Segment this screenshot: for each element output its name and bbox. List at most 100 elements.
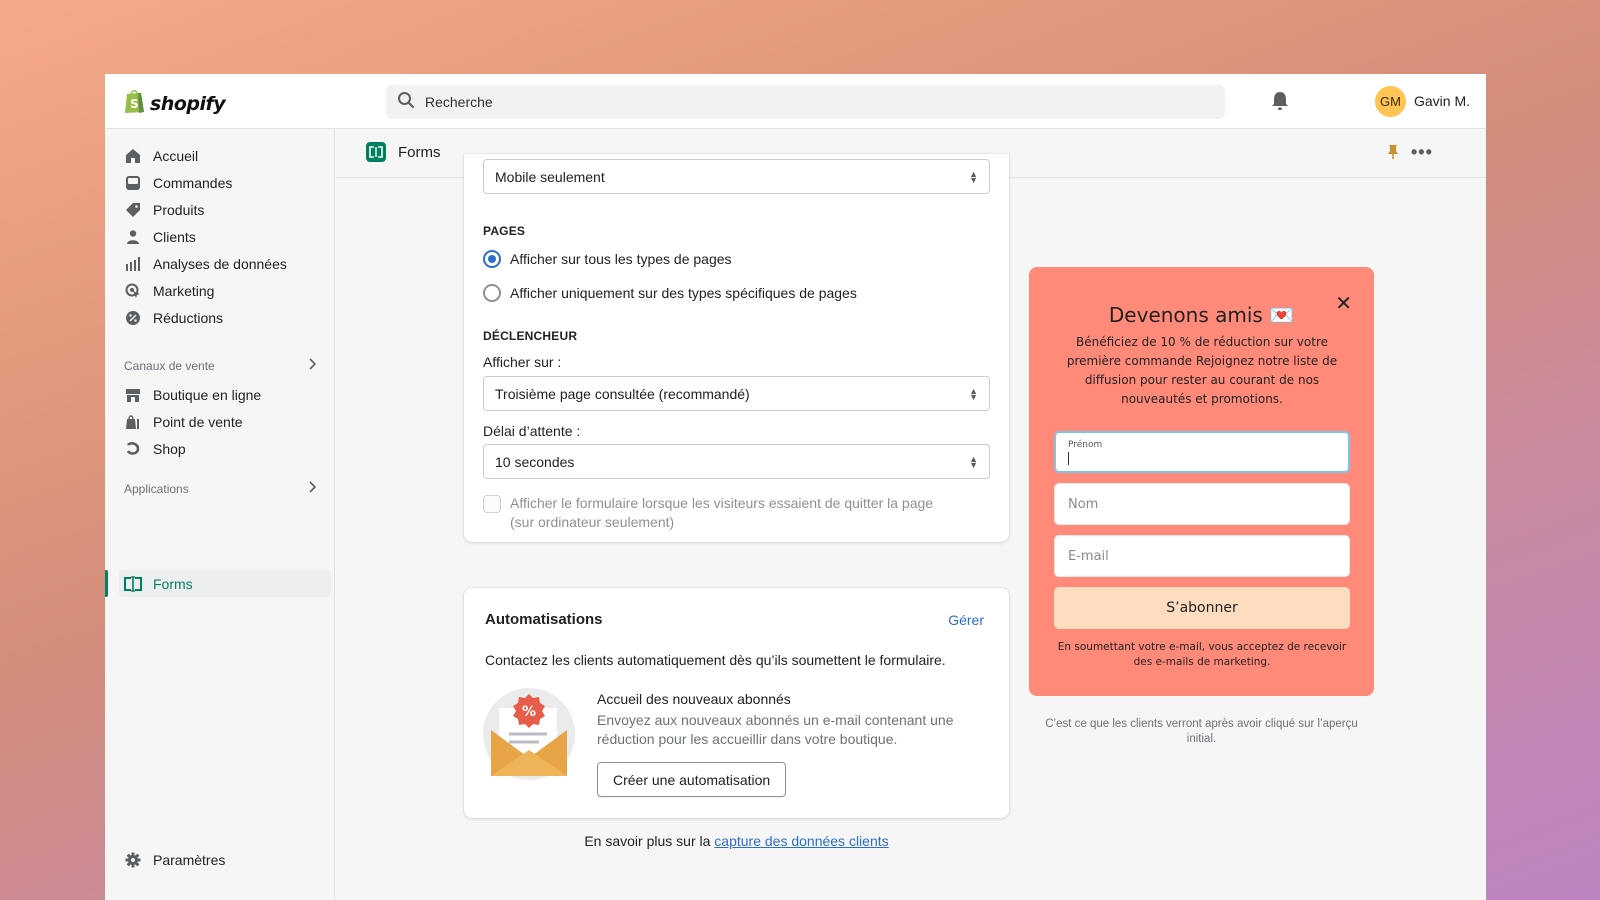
sidebar-item-boutique[interactable]: Boutique en ligne	[119, 381, 331, 408]
sidebar-item-forms[interactable]: Forms	[119, 570, 331, 597]
sidebar-item-label: Forms	[153, 575, 193, 592]
manage-link[interactable]: Gérer	[948, 612, 984, 628]
sidebar-item-label: Marketing	[153, 282, 215, 299]
sidebar-item-label: Réductions	[153, 309, 224, 326]
radio-button-checked[interactable]	[483, 250, 501, 268]
display-settings-card: Mobile seulement ▲ ▼ PAGES Afficher sur t…	[464, 154, 1009, 542]
sidebar-item-reductions[interactable]: Réductions	[119, 304, 331, 331]
text-caret	[1068, 451, 1069, 465]
device-select[interactable]: Mobile seulement ▲ ▼	[483, 159, 990, 194]
sidebar-item-produits[interactable]: Produits	[119, 196, 331, 223]
apps-title: Applications	[124, 481, 189, 496]
search-icon	[397, 91, 415, 114]
sidebar-item-analyses[interactable]: Analyses de données	[119, 250, 331, 277]
sidebar-item-label: Accueil	[153, 147, 199, 164]
popup-legal-text: En soumettant votre e-mail, vous accepte…	[1057, 641, 1347, 668]
user-name[interactable]: Gavin M.	[1414, 93, 1470, 109]
sidebar: Accueil Commandes Produits Clients Analy…	[105, 129, 335, 900]
chevron-right-icon[interactable]	[308, 358, 317, 373]
sidebar-item-point-de-vente[interactable]: Point de vente	[119, 408, 331, 435]
delay-label: Délai d’attente :	[483, 423, 581, 439]
first-name-field[interactable]: Prénom	[1054, 431, 1350, 473]
forms-app-icon	[366, 142, 386, 162]
pages-section-title: PAGES	[483, 224, 526, 238]
avatar[interactable]: GM	[1375, 86, 1406, 117]
pin-icon[interactable]	[1387, 144, 1399, 165]
svg-text:S: S	[130, 97, 139, 111]
shopify-logo[interactable]: S shopify	[124, 88, 226, 119]
sidebar-item-marketing[interactable]: Marketing	[119, 277, 331, 304]
chevron-right-icon[interactable]	[308, 481, 317, 496]
delay-select[interactable]: 10 secondes ▲ ▼	[483, 444, 990, 479]
sales-channels-header[interactable]: Canaux de vente	[124, 358, 317, 373]
sidebar-item-label: Commandes	[153, 174, 233, 191]
sidebar-item-label: Point de vente	[153, 413, 243, 430]
pos-icon	[123, 412, 143, 432]
top-bar: S shopify Recherche GM Gavin M.	[105, 74, 1486, 129]
sidebar-item-clients[interactable]: Clients	[119, 223, 331, 250]
automation-item-title: Accueil des nouveaux abonnés	[597, 691, 791, 707]
more-actions-icon[interactable]: •••	[1411, 142, 1433, 163]
exit-intent-text: Afficher le formulaire lorsque les visit…	[510, 494, 933, 532]
search-placeholder: Recherche	[425, 94, 493, 110]
gear-icon	[123, 850, 143, 870]
select-arrows-icon: ▲ ▼	[969, 453, 978, 470]
store-icon	[123, 385, 143, 405]
popup-body: Bénéficiez de 10 % de réduction sur votr…	[1066, 335, 1338, 406]
create-automation-button[interactable]: Créer une automatisation	[597, 762, 787, 797]
logo-text: shopify	[150, 92, 226, 115]
shop-icon	[123, 439, 143, 459]
show-on-select[interactable]: Troisième page consultée (recommandé) ▲ ▼	[483, 376, 990, 411]
first-name-label: Prénom	[1068, 439, 1103, 450]
home-icon	[123, 146, 143, 166]
app-window: S shopify Recherche GM Gavin M. Accueil …	[105, 74, 1486, 900]
automations-description: Contactez les clients automatiquement dè…	[485, 652, 946, 668]
sidebar-item-label: Boutique en ligne	[153, 386, 262, 403]
analytics-icon	[123, 254, 143, 274]
learn-more-link[interactable]: capture des données clients	[714, 833, 888, 849]
automations-card: Automatisations Gérer Contactez les clie…	[464, 588, 1009, 818]
form-preview-popup: Devenons amis 💌 ✕ Bénéficiez de 10 % de …	[1029, 267, 1374, 696]
automation-item-description: Envoyez aux nouveaux abonnés un e-mail c…	[597, 712, 954, 747]
email-field[interactable]: E-mail	[1054, 535, 1350, 577]
sidebar-item-label: Shop	[153, 440, 186, 457]
exit-intent-checkbox[interactable]	[483, 495, 501, 513]
select-arrows-icon: ▲ ▼	[969, 385, 978, 402]
email-placeholder: E-mail	[1068, 548, 1109, 564]
bell-icon[interactable]	[1271, 91, 1289, 116]
last-name-field[interactable]: Nom	[1054, 483, 1350, 525]
close-icon[interactable]: ✕	[1335, 291, 1352, 315]
trigger-section-title: DÉCLENCHEUR	[483, 329, 578, 343]
active-indicator	[105, 570, 108, 597]
last-name-placeholder: Nom	[1068, 496, 1099, 512]
exit-intent-option[interactable]: Afficher le formulaire lorsque les visit…	[483, 494, 933, 532]
radio-all-pages[interactable]: Afficher sur tous les types de pages	[483, 250, 732, 268]
sidebar-item-label: Clients	[153, 228, 196, 245]
select-arrows-icon: ▲ ▼	[969, 168, 978, 185]
sidebar-item-label: Produits	[153, 201, 205, 218]
sidebar-item-accueil[interactable]: Accueil	[119, 142, 331, 169]
sidebar-item-parametres[interactable]: Paramètres	[119, 846, 331, 873]
delay-value: 10 secondes	[495, 453, 575, 470]
forms-icon	[123, 574, 143, 594]
envelope-discount-illustration: %	[483, 688, 575, 780]
exit-intent-label: Afficher le formulaire lorsque les visit…	[510, 495, 934, 511]
page-title: Forms	[398, 144, 441, 161]
sales-channels-title: Canaux de vente	[124, 358, 215, 373]
learn-more-note: En savoir plus sur la capture des donnée…	[464, 833, 1009, 849]
sidebar-item-commandes[interactable]: Commandes	[119, 169, 331, 196]
orders-icon	[123, 173, 143, 193]
popup-title: Devenons amis 💌	[1108, 303, 1295, 327]
subscribe-button[interactable]: S’abonner	[1054, 587, 1350, 629]
svg-text:%: %	[522, 704, 536, 720]
radio-specific-pages[interactable]: Afficher uniquement sur des types spécif…	[483, 284, 857, 302]
radio-button[interactable]	[483, 284, 501, 302]
sidebar-item-label: Paramètres	[153, 851, 226, 868]
exit-intent-sublabel: (sur ordinateur seulement)	[510, 514, 675, 530]
search-input[interactable]: Recherche	[386, 85, 1225, 119]
sidebar-item-label: Analyses de données	[153, 255, 287, 272]
sidebar-item-shop[interactable]: Shop	[119, 435, 331, 462]
device-select-value: Mobile seulement	[495, 168, 605, 185]
learn-more-prefix: En savoir plus sur la	[584, 833, 715, 849]
apps-header[interactable]: Applications	[124, 481, 317, 496]
